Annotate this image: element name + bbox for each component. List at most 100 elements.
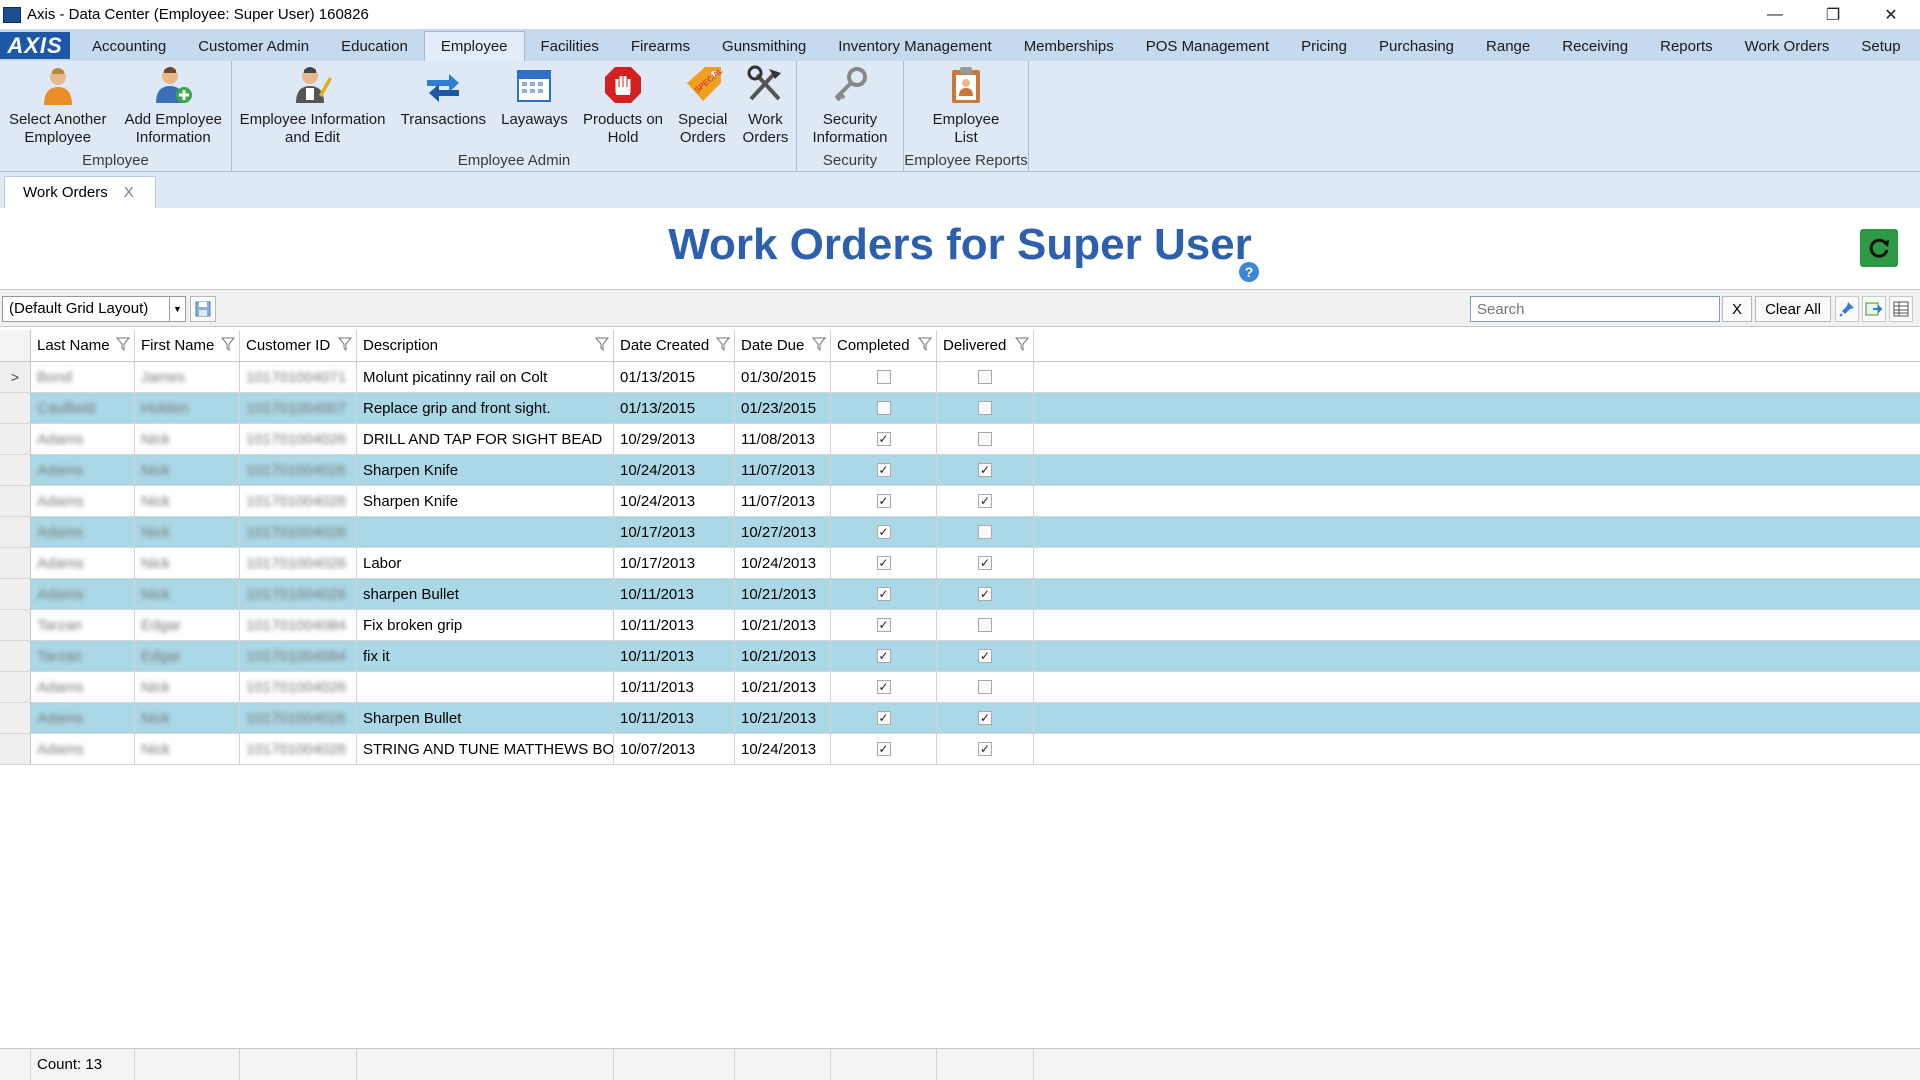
row-selector[interactable]	[0, 734, 31, 764]
layaways-button[interactable]: Layaways	[495, 61, 574, 152]
column-chooser-button[interactable]	[1889, 296, 1913, 322]
completed-checkbox[interactable]: ✓	[876, 525, 891, 539]
completed-checkbox[interactable]: ✓	[876, 649, 891, 663]
table-row[interactable]: Tarzan Edgar 101701004084 fix it 10/11/2013 1…	[0, 641, 1920, 672]
table-row[interactable]: Adams Nick 101701004026 Sharpen Knife 10/24/…	[0, 486, 1920, 517]
employee-information-and-edit-button[interactable]: Employee Information and Edit	[234, 61, 392, 152]
menu-tab-facilities[interactable]: Facilities	[525, 31, 615, 61]
products-on-hold-button[interactable]: Products on Hold	[577, 61, 669, 152]
table-row[interactable]: Adams Nick 101701004026 DRILL AND TAP FOR S…	[0, 424, 1920, 455]
select-another-employee-button[interactable]: Select Another Employee	[3, 61, 113, 152]
table-row[interactable]: Adams Nick 101701004026 sharpen Bullet 10/11…	[0, 579, 1920, 610]
menu-tab-accounting[interactable]: Accounting	[76, 31, 182, 61]
completed-checkbox[interactable]: ✓	[876, 494, 891, 508]
menu-tab-pricing[interactable]: Pricing	[1285, 31, 1363, 61]
table-row[interactable]: Adams Nick 101701004026 Labor 10/17/2013 10/2…	[0, 548, 1920, 579]
filter-icon[interactable]	[337, 337, 353, 352]
menu-tab-customer-admin[interactable]: Customer Admin	[182, 31, 325, 61]
export-button[interactable]	[1862, 296, 1886, 322]
menu-tab-setup[interactable]: Setup	[1845, 31, 1916, 61]
delivered-checkbox[interactable]	[978, 370, 992, 384]
completed-checkbox[interactable]: ✓	[876, 556, 891, 570]
row-selector[interactable]	[0, 610, 31, 640]
row-selector[interactable]	[0, 703, 31, 733]
completed-checkbox[interactable]: ✓	[876, 618, 891, 632]
table-row[interactable]: Adams Nick 101701004026 Sharpen Bullet 10/11…	[0, 703, 1920, 734]
close-tab-button[interactable]: X	[124, 184, 134, 201]
filter-icon[interactable]	[220, 337, 236, 352]
menu-tab-work-orders[interactable]: Work Orders	[1729, 31, 1846, 61]
table-row[interactable]: Adams Nick 101701004026 Sharpen Knife 10/24/…	[0, 455, 1920, 486]
completed-checkbox[interactable]: ✓	[876, 587, 891, 601]
filter-icon[interactable]	[594, 337, 610, 352]
transactions-button[interactable]: Transactions	[395, 61, 492, 152]
delivered-checkbox[interactable]: ✓	[978, 463, 992, 477]
table-row[interactable]: Tarzan Edgar 101701004084 Fix broken grip 10…	[0, 610, 1920, 641]
maximize-button[interactable]: ❐	[1804, 0, 1862, 29]
completed-checkbox[interactable]	[876, 370, 891, 384]
row-selector[interactable]	[0, 393, 31, 423]
menu-tab-firearms[interactable]: Firearms	[615, 31, 706, 61]
row-selector[interactable]	[0, 672, 31, 702]
menu-tab-range[interactable]: Range	[1470, 31, 1546, 61]
table-row[interactable]: Caulfield Holden 101701004007 Replace grip …	[0, 393, 1920, 424]
delivered-checkbox[interactable]	[978, 401, 992, 415]
delivered-checkbox[interactable]	[978, 680, 992, 694]
menu-tab-purchasing[interactable]: Purchasing	[1363, 31, 1470, 61]
row-selector[interactable]	[0, 548, 31, 578]
clear-all-button[interactable]: Clear All	[1755, 296, 1831, 322]
refresh-button[interactable]	[1860, 229, 1898, 267]
column-header-date-created[interactable]: Date Created	[614, 330, 735, 361]
column-header-date-due[interactable]: Date Due	[735, 330, 831, 361]
column-header-first-name[interactable]: First Name	[135, 330, 240, 361]
filter-icon[interactable]	[715, 337, 731, 352]
table-row[interactable]: Adams Nick 101701004026 10/17/2013 10/27/201…	[0, 517, 1920, 548]
filter-icon[interactable]	[115, 337, 131, 352]
security-information-button[interactable]: Security Information	[806, 61, 893, 152]
completed-checkbox[interactable]: ✓	[876, 432, 891, 446]
completed-checkbox[interactable]: ✓	[876, 463, 891, 477]
row-selector[interactable]	[0, 455, 31, 485]
delivered-checkbox[interactable]: ✓	[978, 649, 992, 663]
row-selector[interactable]: >	[0, 362, 31, 392]
completed-checkbox[interactable]	[876, 401, 891, 415]
tab-work-orders[interactable]: Work Orders X	[4, 176, 156, 208]
delivered-checkbox[interactable]: ✓	[978, 556, 992, 570]
row-selector[interactable]	[0, 424, 31, 454]
column-header-last-name[interactable]: Last Name	[31, 330, 135, 361]
search-clear-button[interactable]: X	[1722, 296, 1752, 322]
delivered-checkbox[interactable]	[978, 525, 992, 539]
table-row[interactable]: > Bond James 101701004071 Molunt picatinny r…	[0, 362, 1920, 393]
filter-icon[interactable]	[811, 337, 827, 352]
completed-checkbox[interactable]: ✓	[876, 680, 891, 694]
completed-checkbox[interactable]: ✓	[876, 711, 891, 725]
column-header-description[interactable]: Description	[357, 330, 614, 361]
menu-tab-employee[interactable]: Employee	[423, 31, 525, 61]
table-row[interactable]: Adams Nick 101701004026 10/11/2013 10/21/201…	[0, 672, 1920, 703]
row-selector[interactable]	[0, 517, 31, 547]
menu-tab-memberships[interactable]: Memberships	[1008, 31, 1130, 61]
help-icon[interactable]: ?	[1239, 262, 1259, 282]
pin-button[interactable]	[1835, 296, 1859, 322]
search-input[interactable]	[1470, 296, 1720, 322]
delivered-checkbox[interactable]: ✓	[978, 742, 992, 756]
close-window-button[interactable]: ✕	[1862, 0, 1920, 29]
filter-icon[interactable]	[917, 337, 933, 352]
table-row[interactable]: Adams Nick 101701004026 STRING AND TUNE MAT…	[0, 734, 1920, 765]
delivered-checkbox[interactable]	[978, 618, 992, 632]
delivered-checkbox[interactable]: ✓	[978, 711, 992, 725]
delivered-checkbox[interactable]: ✓	[978, 587, 992, 601]
menu-tab-receiving[interactable]: Receiving	[1546, 31, 1644, 61]
completed-checkbox[interactable]: ✓	[876, 742, 891, 756]
menu-tab-education[interactable]: Education	[325, 31, 424, 61]
menu-tab-pos-management[interactable]: POS Management	[1130, 31, 1285, 61]
menu-tab-reports[interactable]: Reports	[1644, 31, 1729, 61]
add-employee-information-button[interactable]: Add Employee Information	[118, 61, 228, 152]
row-selector[interactable]	[0, 579, 31, 609]
work-orders-button[interactable]: Work Orders	[737, 61, 795, 152]
row-selector[interactable]	[0, 641, 31, 671]
column-header-completed[interactable]: Completed	[831, 330, 937, 361]
filter-icon[interactable]	[1014, 337, 1030, 352]
row-selector[interactable]	[0, 486, 31, 516]
column-header-customer-id[interactable]: Customer ID	[240, 330, 357, 361]
